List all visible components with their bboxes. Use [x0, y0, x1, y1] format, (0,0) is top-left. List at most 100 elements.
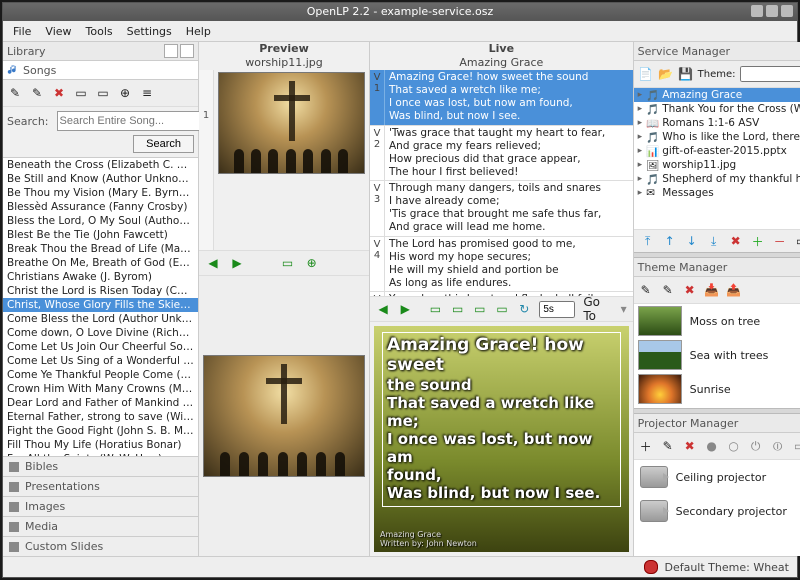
live-show-button[interactable]: ▭ [495, 301, 509, 317]
live-blank-button[interactable]: ▭ [428, 301, 442, 317]
verse-block[interactable]: V 4The Lord has promised good to me,His … [370, 237, 633, 293]
add-song-button[interactable]: ✎ [7, 85, 23, 101]
proj-delete-button[interactable]: ✖ [682, 438, 698, 454]
library-undock-button[interactable] [164, 44, 178, 58]
proj-poweron-button[interactable]: ⏻ [748, 438, 764, 454]
service-item[interactable]: ▸✉Messages [634, 186, 800, 200]
song-row[interactable]: Christians Awake (J. Byrom) [3, 270, 198, 284]
edit-song-button[interactable]: ✎ [29, 85, 45, 101]
song-row[interactable]: Dear Lord and Father of Mankind (John G.… [3, 396, 198, 410]
accordion-media[interactable]: Media [3, 516, 198, 536]
proj-add-button[interactable]: ＋ [638, 438, 654, 454]
service-item[interactable]: ▸📖Romans 1:1-6 ASV [634, 116, 800, 130]
menu-file[interactable]: File [7, 23, 37, 40]
live-delay-input[interactable] [539, 301, 575, 318]
song-row[interactable]: Break Thou the Bread of Life (Mary A. La… [3, 242, 198, 256]
song-row[interactable]: Christ, Whose Glory Fills the Skies (Cha… [3, 298, 198, 312]
live-loop-button[interactable]: ↻ [517, 301, 531, 317]
service-item[interactable]: ▸🎵Shepherd of my thankful heart (Shepher… [634, 172, 800, 186]
theme-row[interactable]: Sea with trees [634, 338, 800, 372]
menu-settings[interactable]: Settings [121, 23, 178, 40]
song-row[interactable]: Come Bless the Lord (Author Unknown) [3, 312, 198, 326]
service-item[interactable]: ▸📊gift-of-easter-2015.pptx [634, 144, 800, 158]
song-row[interactable]: Blest Be the Tie (John Fawcett) [3, 228, 198, 242]
live-goto-button[interactable]: Go To [583, 295, 612, 323]
accordion-images[interactable]: Images [3, 496, 198, 516]
songs-list[interactable]: Beneath the Cross (Elizabeth C. Clephane… [3, 157, 198, 456]
preview-thumbnail[interactable] [218, 72, 365, 174]
service-item[interactable]: ▸🖼worship11.jpg [634, 158, 800, 172]
add-to-service-button[interactable]: ⊕ [117, 85, 133, 101]
verse-block[interactable]: V 2'Twas grace that taught my heart to f… [370, 126, 633, 182]
verse-block[interactable]: V 3Through many dangers, toils and snare… [370, 181, 633, 237]
preview-next-button[interactable]: ▶ [229, 255, 245, 271]
svc-down-button[interactable]: ↓ [684, 233, 700, 249]
preview-song-button[interactable]: ▭ [73, 85, 89, 101]
song-row[interactable]: Eternal Father, strong to save (William … [3, 410, 198, 424]
projector-row[interactable]: Secondary projector [634, 494, 800, 528]
service-open-button[interactable]: 📂 [658, 66, 674, 82]
live-next-button[interactable]: ▶ [398, 301, 412, 317]
svc-live-button[interactable]: ▭ [794, 233, 800, 249]
song-row[interactable]: Beneath the Cross (Elizabeth C. Clephane… [3, 158, 198, 172]
theme-delete-button[interactable]: ✖ [682, 282, 698, 298]
accordion-bibles[interactable]: Bibles [3, 456, 198, 476]
service-item[interactable]: ▸🎵Amazing Grace [634, 88, 800, 102]
preview-add-button[interactable]: ⊕ [304, 255, 320, 271]
song-row[interactable]: Crown Him With Many Crowns (Matthew Brid… [3, 382, 198, 396]
projector-row[interactable]: Ceiling projector [634, 460, 800, 494]
library-close-button[interactable] [180, 44, 194, 58]
menu-view[interactable]: View [39, 23, 77, 40]
window-close-button[interactable] [781, 5, 793, 17]
theme-edit-button[interactable]: ✎ [660, 282, 676, 298]
search-button[interactable]: Search [133, 135, 194, 153]
theme-import-button[interactable]: 📥 [704, 282, 720, 298]
song-row[interactable]: Come down, O Love Divine (Richard F. Lit… [3, 326, 198, 340]
maintain-button[interactable]: ≡ [139, 85, 155, 101]
accordion-custom-slides[interactable]: Custom Slides [3, 536, 198, 556]
send-live-button[interactable]: ▭ [95, 85, 111, 101]
preview-prev-button[interactable]: ◀ [205, 255, 221, 271]
song-row[interactable]: Blessèd Assurance (Fanny Crosby) [3, 200, 198, 214]
song-row[interactable]: Come Let Us Join Our Cheerful Songs (Isa… [3, 340, 198, 354]
live-desktop-button[interactable]: ▭ [473, 301, 487, 317]
proj-edit-button[interactable]: ✎ [660, 438, 676, 454]
search-input[interactable] [57, 111, 205, 131]
preview-show-button[interactable]: ▭ [280, 255, 296, 271]
svc-top-button[interactable]: ⤒ [640, 233, 656, 249]
window-maximize-button[interactable] [766, 5, 778, 17]
theme-new-button[interactable]: ✎ [638, 282, 654, 298]
svc-expand-button[interactable]: ＋ [750, 233, 766, 249]
theme-row[interactable]: Moss on tree [634, 304, 800, 338]
theme-row[interactable]: Sunrise [634, 372, 800, 406]
window-minimize-button[interactable] [751, 5, 763, 17]
svc-collapse-button[interactable]: － [772, 233, 788, 249]
service-theme-select[interactable] [740, 66, 800, 82]
song-row[interactable]: Christ the Lord is Risen Today (Charles … [3, 284, 198, 298]
proj-disconnect-button[interactable]: ○ [726, 438, 742, 454]
menu-help[interactable]: Help [180, 23, 217, 40]
service-save-button[interactable]: 💾 [678, 66, 694, 82]
svc-up-button[interactable]: ↑ [662, 233, 678, 249]
song-row[interactable]: Come Ye Thankful People Come (Henry Alfo… [3, 368, 198, 382]
service-item[interactable]: ▸🎵Who is like the Lord, there is no one [634, 130, 800, 144]
library-tab-songs[interactable]: Songs [23, 64, 56, 77]
live-prev-button[interactable]: ◀ [376, 301, 390, 317]
svc-bottom-button[interactable]: ⤓ [706, 233, 722, 249]
song-row[interactable]: Fill Thou My Life (Horatius Bonar) [3, 438, 198, 452]
verse-block[interactable]: V 1Amazing Grace! how sweet the soundTha… [370, 70, 633, 126]
delete-song-button[interactable]: ✖ [51, 85, 67, 101]
song-row[interactable]: Breathe On Me, Breath of God (Edwin Hatc… [3, 256, 198, 270]
menu-tools[interactable]: Tools [80, 23, 119, 40]
theme-export-button[interactable]: 📤 [726, 282, 742, 298]
proj-blank-button[interactable]: ▭ [792, 438, 800, 454]
song-row[interactable]: Be Still and Know (Author Unknown) [3, 172, 198, 186]
service-item[interactable]: ▸🎵Thank You for the Cross (Worthy is the… [634, 102, 800, 116]
song-row[interactable]: Fight the Good Fight (John S. B. Monsell… [3, 424, 198, 438]
service-list[interactable]: ▸🎵Amazing Grace▸🎵Thank You for the Cross… [634, 88, 800, 229]
live-lyrics-list[interactable]: V 1Amazing Grace! how sweet the soundTha… [370, 70, 633, 296]
song-row[interactable]: Be Thou my Vision (Mary E. Byrne and Ele… [3, 186, 198, 200]
live-theme-button[interactable]: ▭ [451, 301, 465, 317]
accordion-presentations[interactable]: Presentations [3, 476, 198, 496]
proj-poweroff-button[interactable]: ⏼ [770, 438, 786, 454]
